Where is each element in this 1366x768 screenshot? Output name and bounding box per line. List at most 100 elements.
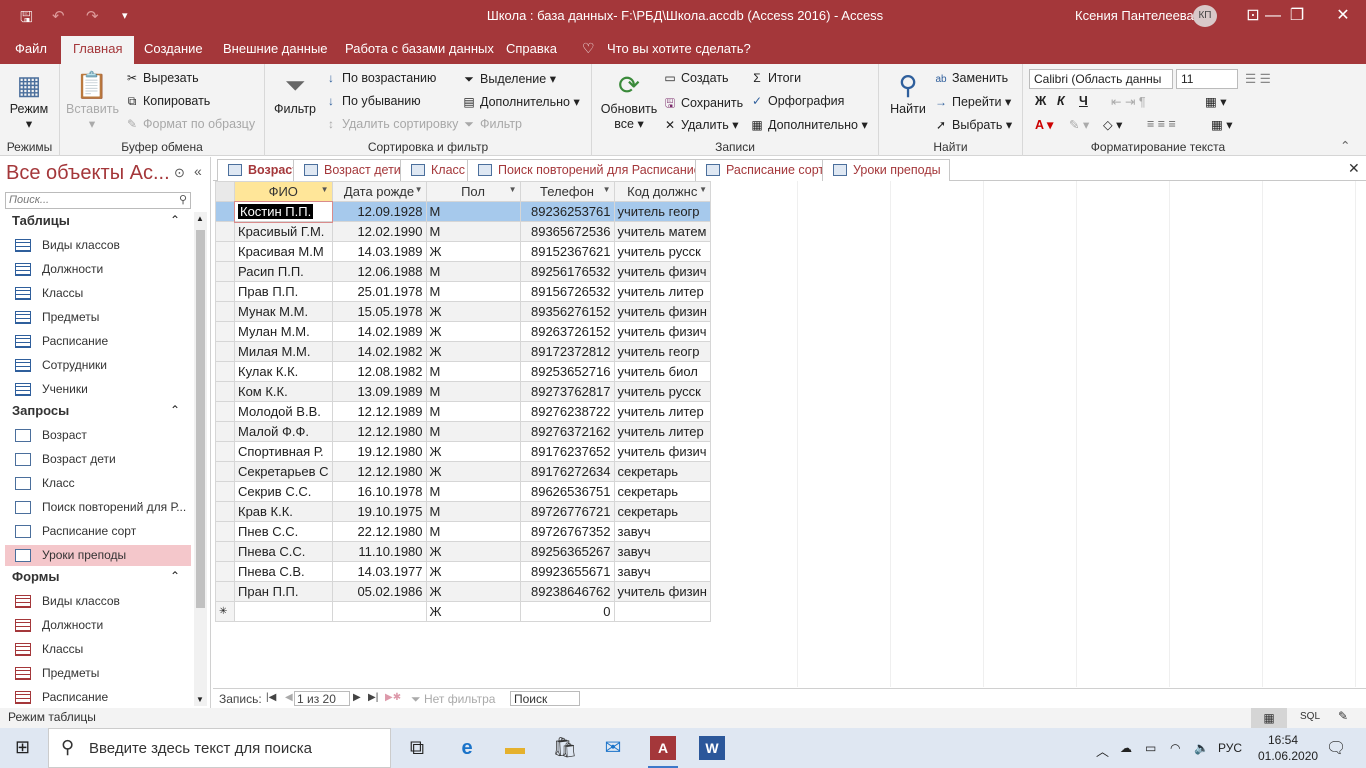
table-cell[interactable]: 89365672536 (519, 221, 615, 242)
maximize-icon[interactable]: ❐ (1274, 4, 1320, 28)
table-cell[interactable]: М (425, 201, 521, 222)
table-cell[interactable]: 89256365267 (519, 541, 615, 562)
close-icon[interactable]: ✕ (1320, 4, 1366, 28)
record-selector[interactable] (215, 321, 235, 342)
table-cell[interactable]: 12.02.1990 (331, 221, 427, 242)
table-cell[interactable]: Мунак М.М. (234, 301, 333, 322)
chevron-down-icon[interactable]: ▼ (415, 185, 423, 194)
record-selector[interactable] (215, 361, 235, 382)
table-row[interactable]: Ком К.К. 13.09.1989 М 89273762817 учитель ру… (215, 381, 712, 402)
table-cell[interactable]: М (425, 521, 521, 542)
record-selector[interactable] (215, 381, 235, 402)
table-cell[interactable] (613, 601, 712, 622)
list-icons[interactable]: ☰ ☰ (1245, 71, 1271, 86)
table-cell[interactable]: учитель литер (613, 421, 712, 442)
table-cell[interactable]: 89176272634 (519, 461, 615, 482)
table-cell[interactable]: 89263726152 (519, 321, 615, 342)
table-cell[interactable]: 16.10.1978 (331, 481, 427, 502)
table-row[interactable]: Молодой В.В. 12.12.1989 М 89276238722 учител… (215, 401, 712, 422)
record-selector[interactable] (215, 421, 235, 442)
nav-item[interactable]: Расписание сорт (5, 521, 191, 542)
table-cell[interactable]: 89276372162 (519, 421, 615, 442)
new-record-button[interactable]: ▭ Создать (662, 71, 728, 85)
table-row[interactable]: Пран П.П. 05.02.1986 Ж 89238646762 учитель ф… (215, 581, 712, 602)
nav-item[interactable]: Возраст (5, 425, 191, 446)
table-cell[interactable]: учитель литер (613, 401, 712, 422)
nav-item[interactable]: Расписание (5, 687, 191, 708)
nav-item[interactable]: Классы (5, 639, 191, 660)
table-cell[interactable]: учитель физич (613, 441, 712, 462)
file-explorer-icon[interactable]: ▬ (502, 736, 528, 760)
bold-button[interactable]: Ж (1035, 94, 1046, 108)
nav-item[interactable]: Виды классов (5, 591, 191, 612)
new-record-icon[interactable]: ✳ (215, 601, 235, 622)
sql-view-button[interactable]: SQL (1300, 711, 1320, 722)
table-row[interactable]: Малой Ф.Ф. 12.12.1980 М 89276372162 учитель … (215, 421, 712, 442)
table-cell[interactable]: М (425, 361, 521, 382)
record-selector[interactable] (215, 341, 235, 362)
table-cell[interactable]: 89176237652 (519, 441, 615, 462)
table-row[interactable]: Спортивная Р. 19.12.1980 Ж 89176237652 учите… (215, 441, 712, 462)
taskbar-search-input[interactable]: ⚲ Введите здесь текст для поиска (48, 728, 391, 768)
save-record-button[interactable]: 🖫 Сохранить (662, 94, 743, 115)
table-row[interactable]: Мунак М.М. 15.05.1978 Ж 89356276152 учитель … (215, 301, 712, 322)
tell-me-box[interactable]: Что вы хотите сделать? (607, 41, 751, 56)
table-cell[interactable]: Крав К.К. (234, 501, 333, 522)
table-cell[interactable]: Ж (425, 541, 521, 562)
remove-sort-button[interactable]: ↕ Удалить сортировку (323, 117, 458, 131)
nav-menu-icon[interactable]: ⊙ (174, 165, 185, 181)
table-cell[interactable]: Ж (425, 581, 521, 602)
table-cell[interactable]: завуч (613, 561, 712, 582)
table-cell[interactable]: 89253652716 (519, 361, 615, 382)
notification-icon[interactable]: 🗨 (1326, 738, 1346, 758)
table-cell[interactable]: 89923655671 (519, 561, 615, 582)
table-cell[interactable]: 89238646762 (519, 581, 615, 602)
table-cell[interactable]: Красивый Г.М. (234, 221, 333, 242)
table-row[interactable]: Прав П.П. 25.01.1978 М 89156726532 учитель л… (215, 281, 712, 302)
table-cell[interactable]: 12.08.1982 (331, 361, 427, 382)
format-painter-button[interactable]: ✎ Формат по образцу (124, 117, 255, 131)
font-name-select[interactable]: Calibri (Область данны (1029, 69, 1173, 89)
table-cell[interactable]: Пнев С.С. (234, 521, 333, 542)
table-row[interactable]: Красивая М.М 14.03.1989 Ж 89152367621 учител… (215, 241, 712, 262)
table-cell[interactable]: секретарь (613, 481, 712, 502)
table-cell[interactable]: учитель литер (613, 281, 712, 302)
column-header[interactable]: Пол ▼ (425, 181, 521, 202)
table-cell[interactable]: Ж (425, 461, 521, 482)
table-cell[interactable]: М (425, 381, 521, 402)
record-selector[interactable] (215, 221, 235, 242)
nav-item[interactable]: Ученики (5, 379, 191, 400)
tab-file[interactable]: Файл (15, 41, 47, 56)
table-cell[interactable]: 89356276152 (519, 301, 615, 322)
wifi-icon[interactable]: ◠ (1170, 741, 1180, 755)
nav-item[interactable]: Класс (5, 473, 191, 494)
table-cell[interactable]: 13.09.1989 (331, 381, 427, 402)
save-icon[interactable]: 🖫 (20, 7, 33, 32)
record-selector[interactable] (215, 541, 235, 562)
record-selector[interactable] (215, 261, 235, 282)
cloud-icon[interactable]: ☁ (1120, 741, 1132, 755)
table-cell[interactable]: Прав П.П. (234, 281, 333, 302)
table-cell[interactable]: 89726767352 (519, 521, 615, 542)
table-cell[interactable]: Ж (425, 441, 521, 462)
table-row[interactable]: Пнев С.С. 22.12.1980 М 89726767352 завуч (215, 521, 712, 542)
search-icon[interactable]: ⚲ (179, 193, 187, 206)
gridlines-icon[interactable]: ▦ ▾ (1205, 94, 1227, 109)
chevron-down-icon[interactable]: ▼ (699, 185, 707, 194)
table-cell[interactable]: Ж (425, 301, 521, 322)
nav-item[interactable]: Предметы (5, 307, 191, 328)
tab-create[interactable]: Создание (144, 41, 203, 56)
tray-chevron-icon[interactable]: ︿ (1096, 741, 1109, 760)
table-cell[interactable]: 89276238722 (519, 401, 615, 422)
record-search-input[interactable]: Поиск (510, 691, 580, 706)
last-record-icon[interactable]: ▶| (368, 692, 378, 703)
table-cell[interactable]: 12.12.1980 (331, 461, 427, 482)
table-cell[interactable]: 12.06.1988 (331, 261, 427, 282)
totals-button[interactable]: Σ Итоги (749, 71, 801, 85)
table-cell[interactable] (331, 601, 427, 622)
nav-item[interactable]: Должности (5, 259, 191, 280)
toggle-filter-button[interactable]: ⏷ Фильтр (461, 117, 522, 132)
select-all-corner[interactable] (215, 181, 235, 202)
tab-external-data[interactable]: Внешние данные (223, 41, 328, 56)
table-cell[interactable]: учитель физин (613, 581, 712, 602)
